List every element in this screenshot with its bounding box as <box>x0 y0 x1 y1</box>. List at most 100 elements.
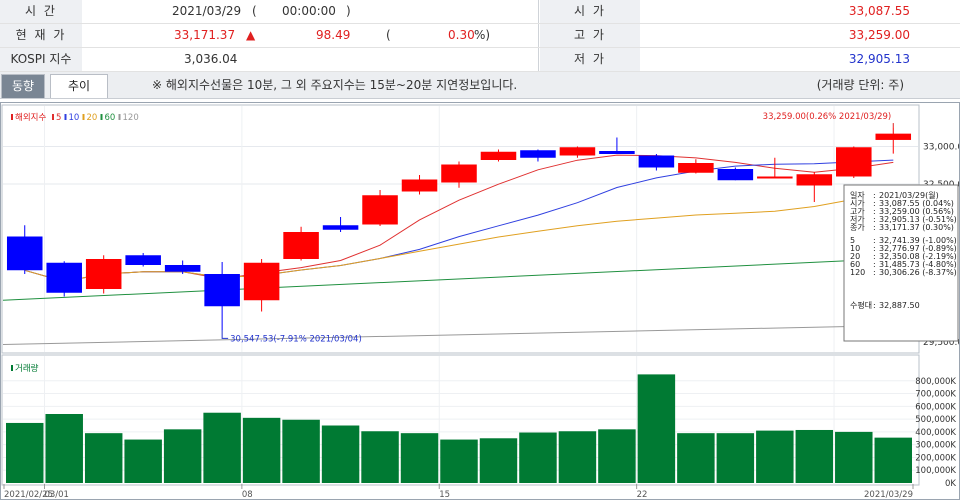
candle-body <box>480 151 517 160</box>
high-annotation: 33,259.00(0.26% 2021/03/29) <box>763 112 892 122</box>
tab-bar: 동향 추이 ※ 해외지수선물은 10분, 그 외 주요지수는 15분~20분 지… <box>0 72 960 99</box>
tooltip-colon: : <box>873 268 876 277</box>
date-value: 2021/03/29 <box>172 4 242 18</box>
volume-bar <box>479 438 518 483</box>
candle-body <box>283 232 319 259</box>
candle-body <box>322 225 359 230</box>
candle-body <box>638 155 675 168</box>
chart-area[interactable]: 33,259.00(0.26% 2021/03/29) 30,547.53(-7.… <box>0 102 960 500</box>
volume-bar <box>84 433 123 483</box>
volume-bar <box>756 430 794 483</box>
candle-body <box>6 236 43 271</box>
candle-body <box>164 265 201 272</box>
volume-tick-label: 200,000K <box>915 453 956 463</box>
pct-paren-close: %) <box>474 28 491 42</box>
info-row-kospi: KOSPI 지수 3,036.04 저 가 32,905.13 <box>0 48 960 72</box>
low-label: 저 가 <box>540 48 640 71</box>
candle-body <box>717 169 754 181</box>
volume-bar <box>716 433 755 483</box>
candle-body <box>757 176 793 179</box>
candle-body <box>85 259 122 289</box>
volume-bar <box>874 437 912 483</box>
volume-tick-label: 300,000K <box>915 441 956 451</box>
volume-tick-label: 0K <box>945 479 956 489</box>
legend-swatch <box>11 114 13 120</box>
candle-body <box>441 164 477 183</box>
tooltip-value: 30,306.26 (-8.37%) <box>879 268 957 277</box>
tooltip-label: 종가 <box>850 223 865 232</box>
legend-swatch <box>52 114 54 120</box>
kospi-value: 3,036.04 <box>184 52 238 66</box>
low-value: 32,905.13 <box>848 52 910 66</box>
volume-bar <box>6 422 44 483</box>
low-annotation: 30,547.53(-7.91% 2021/03/04) <box>230 334 362 344</box>
delay-notice: ※ 해외지수선물은 10분, 그 외 주요지수는 15분~20분 지연정보입니다… <box>152 78 518 92</box>
info-row-current: 현 재 가 33,171.37 ▲ 98.49 ( 0.30 %) 고 가 33… <box>0 24 960 48</box>
volume-bar <box>203 412 241 483</box>
volume-legend-swatch <box>11 365 13 371</box>
kospi-label: KOSPI 지수 <box>0 48 82 71</box>
price-tick-label: 33,000.00 <box>923 143 959 153</box>
volume-bar <box>45 414 83 483</box>
time-paren-open: ( <box>252 4 257 18</box>
tab-history[interactable]: 추이 <box>50 74 108 98</box>
legend-item: 5 <box>56 113 61 123</box>
candle-body <box>559 147 596 156</box>
volume-bar <box>677 433 715 483</box>
high-value: 33,259.00 <box>848 28 910 42</box>
candle-body <box>204 274 240 307</box>
volume-bar <box>321 425 360 483</box>
volume-bar <box>835 431 873 483</box>
legend-item: 10 <box>69 113 80 123</box>
volume-tick-label: 100,000K <box>915 466 956 476</box>
volume-unit-note: (거래량 단위: 주) <box>816 78 904 92</box>
candle-body <box>46 262 82 293</box>
change-pct: 0.30 <box>448 28 475 42</box>
volume-bar <box>558 431 597 483</box>
volume-bar <box>242 417 281 483</box>
candle-body <box>836 147 872 177</box>
time-value: 00:00:00 <box>282 4 336 18</box>
candle-body <box>520 150 556 158</box>
time-paren-close: ) <box>346 4 351 18</box>
legend-item: 20 <box>87 113 98 123</box>
volume-legend: 거래량 <box>15 363 39 374</box>
candle-body <box>796 174 833 186</box>
volume-bar <box>795 429 834 483</box>
legend-swatch <box>100 114 103 120</box>
volume-bar <box>400 433 439 483</box>
tooltip-value: 33,171.37 (0.30%) <box>879 223 954 232</box>
price-panel <box>1 104 920 354</box>
volume-bar <box>519 432 557 483</box>
tooltip-colon: : <box>873 301 876 310</box>
legend-item: 60 <box>105 113 116 123</box>
date-tick-label: 15 <box>439 490 450 499</box>
date-tick-label: 2021/03/29 <box>864 490 913 499</box>
volume-bar <box>637 374 676 483</box>
candle-body <box>678 163 714 173</box>
index-chart[interactable]: 33,259.00(0.26% 2021/03/29) 30,547.53(-7.… <box>1 103 960 500</box>
legend-swatch <box>64 114 67 120</box>
volume-tick-label: 500,000K <box>915 415 956 425</box>
volume-tick-label: 600,000K <box>915 402 956 412</box>
candle-body <box>875 133 912 140</box>
volume-bar <box>282 419 320 483</box>
volume-tick-label: 700,000K <box>915 390 956 400</box>
volume-tick-label: 800,000K <box>915 377 956 387</box>
legend-item: 120 <box>123 113 139 123</box>
date-tick-label: 22 <box>637 490 648 499</box>
time-label: 시 간 <box>0 0 82 23</box>
volume-bar <box>440 439 478 483</box>
date-tick-label: 08 <box>242 490 253 499</box>
candle-body <box>401 179 438 192</box>
current-label: 현 재 가 <box>0 24 82 47</box>
tooltip-label: 수평대 <box>850 300 872 310</box>
tab-trend[interactable]: 동향 <box>1 74 45 98</box>
open-label: 시 가 <box>540 0 640 23</box>
volume-bar <box>598 429 636 483</box>
volume-bar <box>124 439 162 483</box>
volume-bar <box>163 429 202 483</box>
candle-body <box>599 151 635 154</box>
quote-info-panel: 시 간 2021/03/29 ( 00:00:00 ) 시 가 33,087.5… <box>0 0 960 72</box>
volume-tick-label: 400,000K <box>915 428 956 438</box>
